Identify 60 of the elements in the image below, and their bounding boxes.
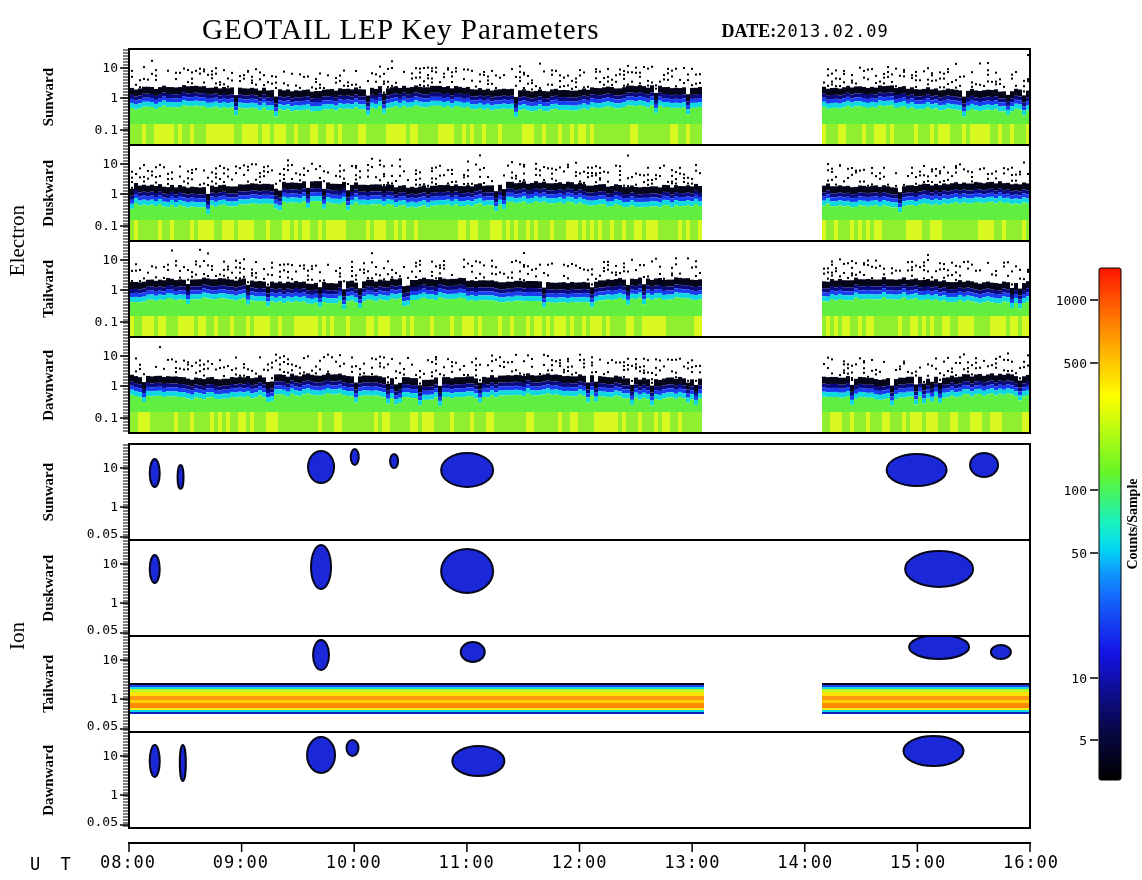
- panel-label: Dawnward: [39, 744, 57, 816]
- axis-tick-label: 1: [110, 788, 118, 802]
- colorbar-title: Counts/Sample: [1125, 478, 1140, 570]
- time-tick-label: 11:00: [437, 852, 496, 872]
- axis-tick-label: 1: [110, 379, 118, 393]
- axis-tick-label: 1: [110, 91, 118, 105]
- axis-tick-label: 0.05: [86, 527, 118, 541]
- panel-label: Duskward: [39, 554, 57, 622]
- axis-title: U T: [29, 853, 77, 874]
- tick-mark: [1089, 489, 1099, 491]
- colorbar-tick-label: 1000: [1055, 293, 1087, 308]
- colorbar-tick-label: 50: [1071, 546, 1087, 561]
- axis-tick-label: 0.05: [86, 815, 118, 829]
- time-tick-label: 16:00: [1001, 852, 1061, 872]
- tick-mark: [1089, 677, 1099, 679]
- axis-tick-label: 10: [102, 253, 118, 267]
- axis-tick-label: 0.05: [86, 623, 118, 637]
- time-tick-label: 08:00: [98, 852, 158, 872]
- colorbar-tick-label: 10: [1071, 671, 1087, 686]
- axis-tick-label: 0.05: [86, 719, 118, 733]
- time-tick-label: 12:00: [550, 852, 609, 872]
- axis-tick-label: 10: [102, 61, 118, 75]
- axis-tick-label: 1: [110, 500, 118, 514]
- time-tick-label: 13:00: [663, 852, 722, 872]
- axis-tick-label: 0.1: [94, 411, 118, 425]
- axis-tick-label: 10: [102, 349, 118, 363]
- colorbar-tick-label: 5: [1079, 733, 1087, 748]
- colorbar-tick-label: 500: [1063, 356, 1087, 371]
- panel-label: Tailward: [39, 655, 57, 713]
- axis-tick-label: 10: [102, 749, 118, 763]
- time-tick-label: 09:00: [211, 852, 270, 872]
- axis-tick-label: 10: [102, 653, 118, 667]
- tick-mark: [1089, 299, 1099, 301]
- time-tick-label: 15:00: [889, 852, 948, 872]
- panel-label: Dawnward: [39, 349, 57, 421]
- axis-tick-label: 1: [110, 596, 118, 610]
- tick-mark: [1089, 552, 1099, 554]
- chart-title: GEOTAIL LEP Key Parameters: [202, 13, 600, 46]
- time-tick-label: 14:00: [776, 852, 835, 872]
- date-value: 2013.02.09: [776, 21, 889, 41]
- axis-tick-label: 0.1: [94, 219, 118, 233]
- time-tick-label: 10:00: [324, 852, 383, 872]
- panel-label: Duskward: [39, 159, 57, 227]
- panel-label: Tailward: [39, 260, 57, 318]
- axis-tick-label: 0.1: [94, 315, 118, 329]
- axis-tick-label: 1: [110, 692, 118, 706]
- panel-label: Sunward: [39, 67, 57, 127]
- axis-tick-label: 1: [110, 283, 118, 297]
- species-label: Ion: [4, 622, 30, 650]
- tick-mark: [1089, 362, 1099, 364]
- axis-tick-label: 10: [102, 157, 118, 171]
- axis-tick-label: 0.1: [94, 123, 118, 137]
- tick-mark: [1089, 739, 1099, 741]
- axis-tick-label: 10: [102, 461, 118, 475]
- panel-label: Sunward: [39, 462, 57, 522]
- species-label: Electron: [4, 205, 30, 277]
- colorbar-tick-label: 100: [1063, 483, 1087, 498]
- axis-tick-label: 1: [110, 187, 118, 201]
- axis-tick-label: 10: [102, 557, 118, 571]
- date-label: DATE:: [721, 21, 777, 42]
